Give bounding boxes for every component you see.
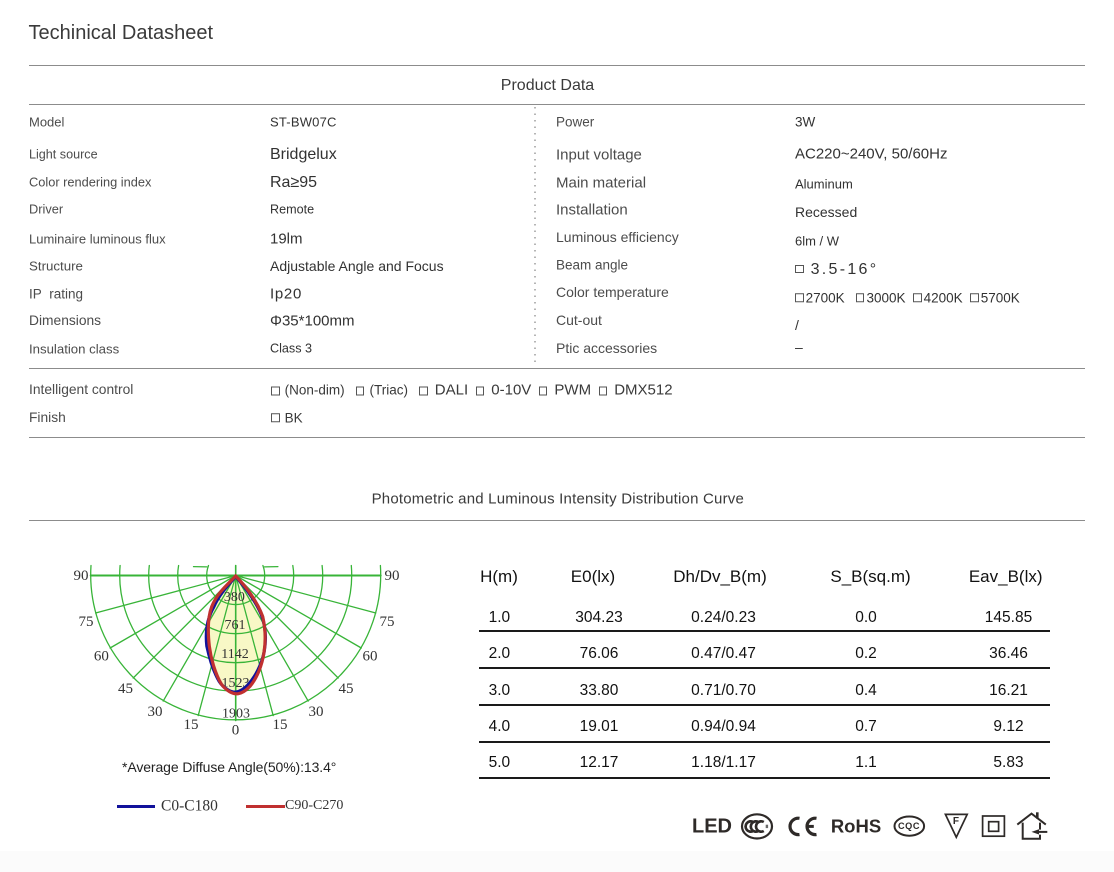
svg-text:15: 15 [273, 717, 288, 733]
svg-text:1903: 1903 [222, 707, 250, 722]
svg-text:30: 30 [309, 704, 324, 720]
svg-text:380: 380 [224, 590, 245, 605]
svg-text:1142: 1142 [221, 647, 248, 662]
svg-text:75: 75 [380, 614, 395, 630]
svg-text:30: 30 [148, 704, 163, 720]
svg-text:60: 60 [363, 649, 378, 665]
svg-text:0: 0 [232, 723, 240, 739]
svg-text:761: 761 [225, 618, 246, 633]
svg-text:90: 90 [74, 568, 89, 584]
svg-text:45: 45 [339, 681, 354, 697]
svg-text:45: 45 [118, 681, 133, 697]
svg-text:90: 90 [385, 568, 400, 584]
svg-text:60: 60 [94, 649, 109, 665]
svg-text:15: 15 [184, 717, 199, 733]
svg-text:75: 75 [79, 614, 94, 630]
